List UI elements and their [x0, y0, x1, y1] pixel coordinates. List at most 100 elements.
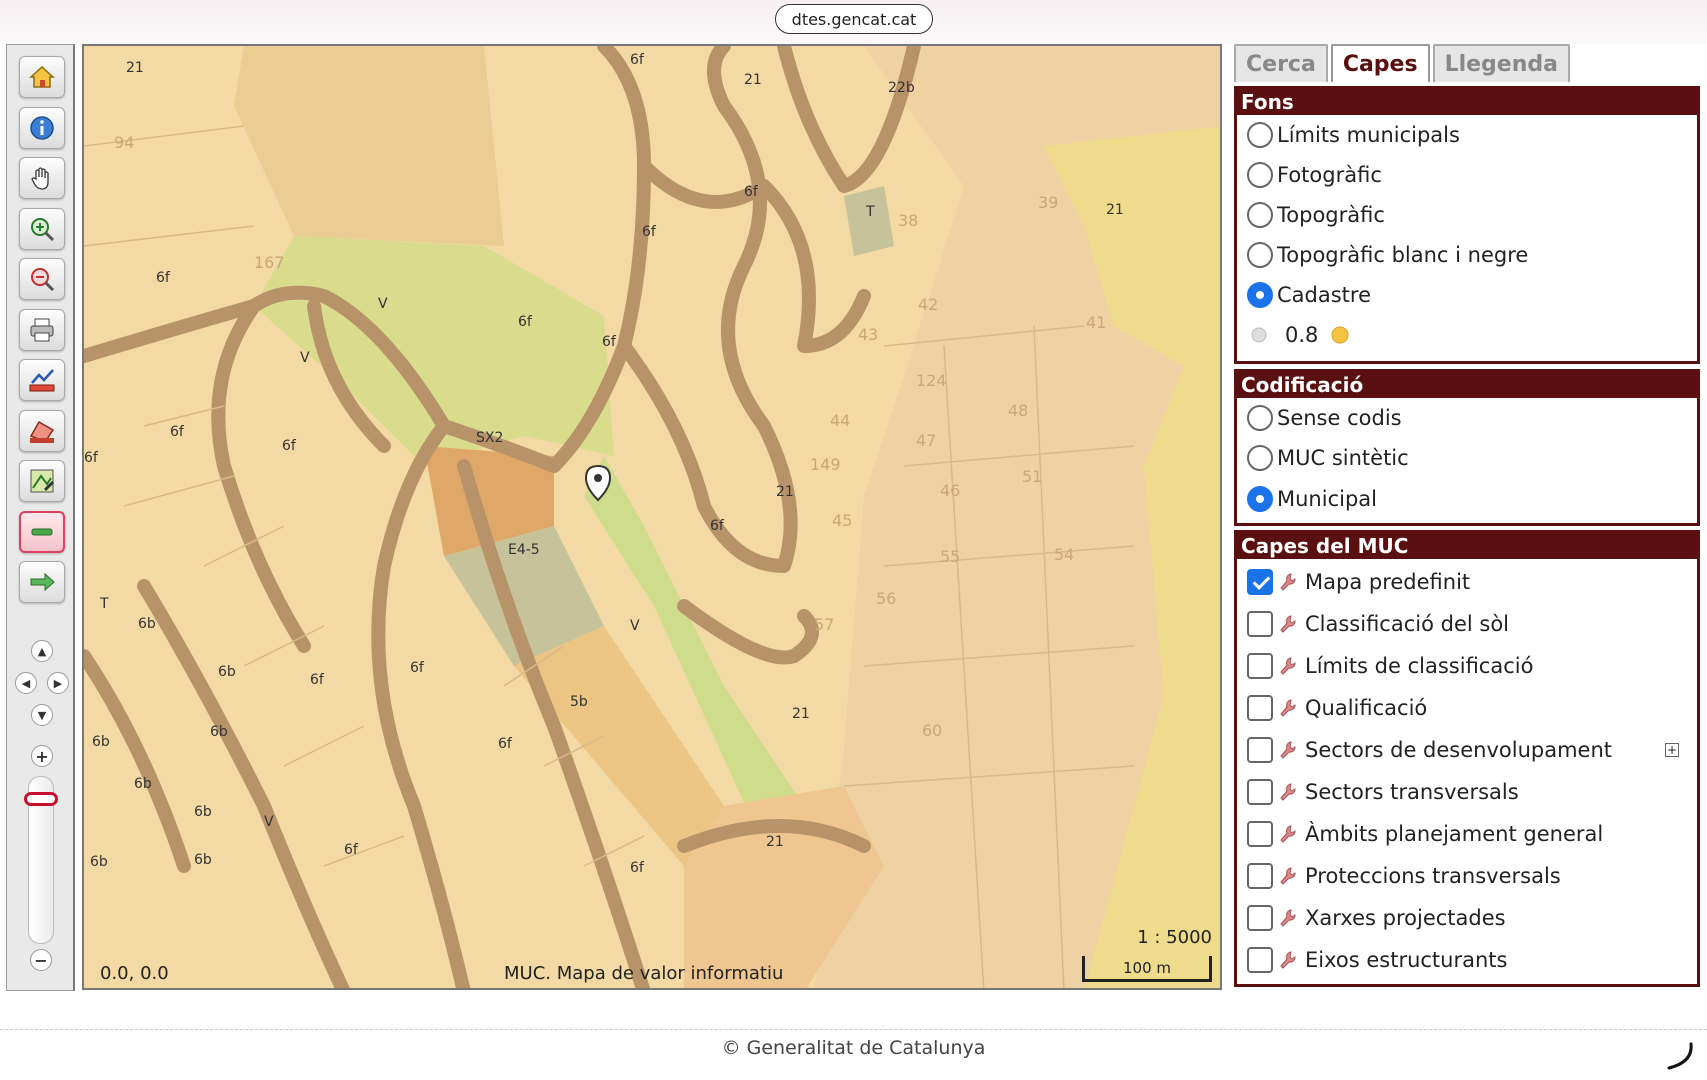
fons-option-cadastre[interactable]: Cadastre — [1247, 280, 1371, 310]
layer-toggle-button[interactable] — [19, 511, 65, 553]
panel-tabs: Cerca Capes Llegenda — [1234, 44, 1570, 82]
measure-area-button[interactable] — [19, 410, 65, 452]
area-icon — [29, 420, 55, 443]
fons-option-fotografic[interactable]: Fotogràfic — [1247, 160, 1382, 190]
map-label: 6f — [710, 518, 725, 534]
zoom-out-button[interactable]: − — [30, 949, 52, 971]
map-label: 22b — [888, 80, 915, 96]
plus-icon: + — [35, 746, 49, 766]
checkbox[interactable] — [1247, 653, 1273, 679]
layer-xarxes-projectades[interactable]: Xarxes projectades — [1247, 903, 1506, 933]
option-label: Topogràfic blanc i negre — [1277, 243, 1529, 267]
home-button[interactable] — [19, 56, 65, 98]
wrench-icon[interactable] — [1279, 866, 1297, 886]
radio-button-selected[interactable] — [1247, 486, 1273, 512]
wrench-icon[interactable] — [1279, 950, 1297, 970]
layer-label: Classificació del sòl — [1305, 612, 1510, 636]
map-label: 6f — [310, 672, 325, 688]
checkbox[interactable] — [1247, 863, 1273, 889]
layer-qualificacio[interactable]: Qualificació — [1247, 693, 1427, 723]
print-button[interactable] — [19, 309, 65, 351]
wrench-icon[interactable] — [1279, 572, 1297, 592]
layer-ambits-planejament[interactable]: Àmbits planejament general — [1247, 819, 1603, 849]
pan-button[interactable] — [19, 157, 65, 199]
radio-button[interactable] — [1247, 122, 1273, 148]
tab-cerca[interactable]: Cerca — [1234, 44, 1328, 82]
codif-option-sense[interactable]: Sense codis — [1247, 403, 1402, 433]
wrench-icon[interactable] — [1279, 740, 1297, 760]
checkbox[interactable] — [1247, 737, 1273, 763]
map-label: E4-5 — [508, 542, 540, 558]
layer-sectors-transversals[interactable]: Sectors transversals — [1247, 777, 1519, 807]
map-label: 21 — [1106, 202, 1124, 218]
pan-right-button[interactable]: ▶ — [47, 672, 69, 694]
map-label: 6f — [642, 224, 657, 240]
tab-capes[interactable]: Capes — [1330, 44, 1430, 82]
checkbox[interactable] — [1247, 779, 1273, 805]
map-tools-button[interactable] — [19, 460, 65, 502]
side-panel: Cerca Capes Llegenda Fons Límits municip… — [1230, 44, 1703, 991]
capes-muc-section: Capes del MUC Mapa predefinit Classifica… — [1234, 530, 1700, 987]
radio-button[interactable] — [1247, 405, 1273, 431]
tab-llegenda[interactable]: Llegenda — [1432, 44, 1570, 82]
checkbox[interactable] — [1247, 695, 1273, 721]
expand-icon[interactable]: + — [1665, 743, 1679, 757]
option-label: Sense codis — [1277, 406, 1402, 430]
url-pill[interactable]: dtes.gencat.cat — [775, 4, 933, 34]
checkbox[interactable] — [1247, 905, 1273, 931]
checkbox-checked[interactable] — [1247, 569, 1273, 595]
radio-button-selected[interactable] — [1247, 282, 1273, 308]
coordinates-readout: 0.0, 0.0 — [100, 963, 169, 984]
radio-button[interactable] — [1247, 445, 1273, 471]
map-label: 167 — [254, 253, 285, 272]
layer-limits-classificacio[interactable]: Límits de classificació — [1247, 651, 1533, 681]
fons-option-topografic[interactable]: Topogràfic — [1247, 200, 1385, 230]
wrench-icon[interactable] — [1279, 614, 1297, 634]
zoom-slider-thumb[interactable] — [24, 792, 58, 806]
chevron-left-icon: ◀ — [21, 676, 31, 690]
sun-dim-icon[interactable] — [1247, 323, 1271, 347]
sun-bright-icon[interactable] — [1328, 323, 1352, 347]
codif-option-municipal[interactable]: Municipal — [1247, 484, 1377, 514]
info-button[interactable] — [19, 107, 65, 149]
zoom-out-box-button[interactable] — [19, 258, 65, 300]
wrench-icon[interactable] — [1279, 824, 1297, 844]
radio-button[interactable] — [1247, 202, 1273, 228]
map-canvas[interactable]: 21 6f 21 22b 6f 6f T 21 6f V V 6f 6f 6f … — [82, 44, 1222, 990]
map-label: 57 — [814, 615, 834, 634]
layer-eixos-estructurants[interactable]: Eixos estructurants — [1247, 945, 1507, 975]
map-label: 51 — [1022, 467, 1042, 486]
checkbox[interactable] — [1247, 611, 1273, 637]
map-label: 42 — [918, 295, 938, 314]
fons-option-topografic-bn[interactable]: Topogràfic blanc i negre — [1247, 240, 1528, 270]
next-extent-button[interactable] — [19, 561, 65, 603]
layer-mapa-predefinit[interactable]: Mapa predefinit — [1247, 567, 1470, 597]
arrow-right-icon — [30, 572, 55, 592]
radio-button[interactable] — [1247, 242, 1273, 268]
map-label: 6b — [210, 724, 228, 740]
wrench-icon[interactable] — [1279, 782, 1297, 802]
pan-left-button[interactable]: ◀ — [15, 672, 37, 694]
codif-option-muc[interactable]: MUC sintètic — [1247, 443, 1409, 473]
wrench-icon[interactable] — [1279, 698, 1297, 718]
map-label: 43 — [858, 325, 878, 344]
layer-proteccions-transversals[interactable]: Proteccions transversals — [1247, 861, 1561, 891]
checkbox[interactable] — [1247, 947, 1273, 973]
pan-up-button[interactable]: ▲ — [31, 640, 53, 662]
layer-classificacio-sol[interactable]: Classificació del sòl — [1247, 609, 1509, 639]
pan-down-button[interactable]: ▼ — [31, 704, 53, 726]
map-label: 54 — [1054, 545, 1074, 564]
measure-distance-button[interactable] — [19, 359, 65, 401]
wrench-icon[interactable] — [1279, 656, 1297, 676]
map-label: 6f — [84, 450, 99, 466]
checkbox[interactable] — [1247, 821, 1273, 847]
radio-button[interactable] — [1247, 162, 1273, 188]
layer-sectors-desenvolupament[interactable]: Sectors de desenvolupament + — [1247, 735, 1687, 765]
map-label: 6f — [282, 438, 297, 454]
map-label: V — [378, 296, 388, 312]
wrench-icon[interactable] — [1279, 908, 1297, 928]
zoom-in-button[interactable]: + — [31, 745, 53, 767]
zoom-in-box-button[interactable] — [19, 208, 65, 250]
footer-copyright: © Generalitat de Catalunya — [721, 1037, 986, 1059]
fons-option-limits[interactable]: Límits municipals — [1247, 120, 1460, 150]
